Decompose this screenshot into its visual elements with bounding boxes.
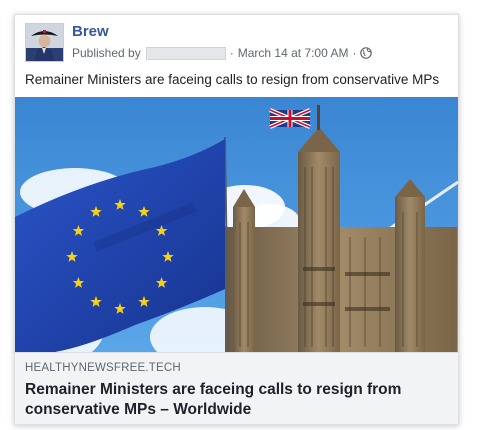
meta-separator: · — [352, 46, 357, 60]
link-domain: HEALTHYNEWSFREE.TECH — [25, 362, 181, 374]
link-headline[interactable]: Remainer Ministers are faceing calls to … — [25, 380, 445, 420]
page-avatar[interactable] — [25, 23, 64, 62]
post-meta: Published by · March 14 at 7:00 AM · — [72, 45, 373, 61]
link-preview[interactable]: HEALTHYNEWSFREE.TECH Remainer Ministers … — [15, 97, 458, 424]
post-timestamp[interactable]: March 14 at 7:00 AM — [238, 46, 349, 60]
post-text: Remainer Ministers are faceing calls to … — [25, 72, 440, 87]
preview-info[interactable]: HEALTHYNEWSFREE.TECH Remainer Ministers … — [15, 352, 458, 424]
facebook-post-card: Brew Published by · March 14 at 7:00 AM … — [14, 14, 459, 425]
redacted-publisher — [145, 46, 226, 60]
meta-separator: · — [229, 46, 234, 60]
globe-icon[interactable] — [360, 47, 373, 59]
page-name-link[interactable]: Brew — [72, 23, 109, 40]
preview-image[interactable] — [15, 97, 458, 352]
published-by-label: Published by — [72, 46, 141, 60]
